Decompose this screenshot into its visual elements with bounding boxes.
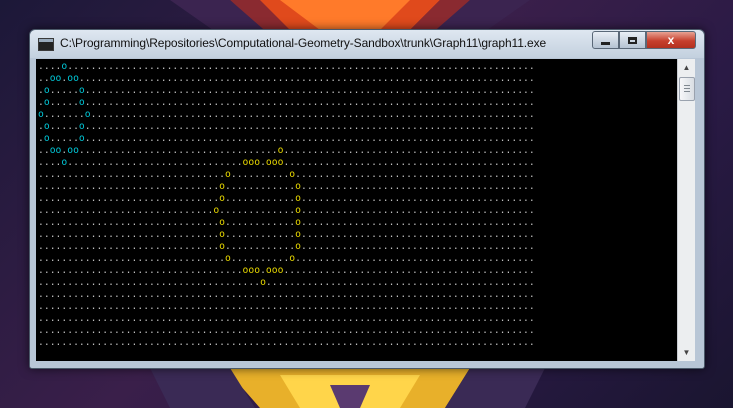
yellow-point: o (219, 229, 225, 240)
scroll-down-arrow-icon[interactable]: ▼ (678, 344, 695, 361)
yellow-point: o (277, 157, 284, 168)
cyan-point: o (43, 97, 50, 108)
yellow-point: o (277, 145, 284, 156)
scroll-up-arrow-icon[interactable]: ▲ (678, 59, 695, 76)
cyan-point: o (73, 145, 79, 156)
yellow-point: o (219, 241, 225, 252)
console-line: ...................................ooo.o… (38, 265, 535, 276)
cyan-point: o (38, 109, 44, 120)
yellow-point: o (295, 241, 301, 252)
yellow-point: o (289, 253, 296, 264)
cyan-point: o (61, 61, 68, 72)
cyan-point: o (73, 73, 79, 84)
cyan-point: o (78, 121, 85, 132)
console-window[interactable]: C:\Programming\Repositories\Computationa… (29, 29, 705, 369)
cyan-point: o (84, 109, 91, 120)
console-line: ...............................o........… (38, 217, 535, 228)
close-button[interactable]: x (646, 31, 696, 49)
console-line: ........................................… (38, 301, 535, 312)
cyan-point: o (55, 145, 62, 156)
minimize-button[interactable] (592, 31, 619, 49)
cyan-point: o (43, 85, 50, 96)
yellow-point: o (289, 169, 296, 180)
console-line: .o.....o................................… (38, 85, 535, 96)
console-line: ........................................… (38, 325, 535, 336)
console-line: ................................o.......… (38, 169, 535, 180)
window-title: C:\Programming\Repositories\Computationa… (60, 36, 547, 50)
cyan-point: o (78, 133, 85, 144)
console-line: ...............................o........… (38, 241, 535, 252)
console-app-icon (38, 38, 54, 51)
yellow-point: o (254, 157, 261, 168)
console-line: .o.....o................................… (38, 97, 535, 108)
yellow-point: o (260, 277, 266, 288)
console-line: ....o..............................ooo.o… (38, 157, 535, 168)
console-text: ....o...................................… (36, 59, 677, 349)
yellow-point: o (219, 217, 225, 228)
yellow-point: o (295, 205, 301, 216)
console-line: .o.....o................................… (38, 121, 535, 132)
console-line: ................................o.......… (38, 253, 535, 264)
cyan-point: o (55, 73, 62, 84)
yellow-point: o (295, 193, 301, 204)
yellow-point: o (254, 265, 261, 276)
yellow-point: o (219, 193, 225, 204)
minimize-icon (601, 42, 610, 45)
yellow-point: o (277, 265, 284, 276)
vertical-scrollbar[interactable]: ▲ ▼ (677, 59, 695, 361)
maximize-button[interactable] (619, 31, 646, 49)
yellow-point: o (295, 229, 301, 240)
console-line: ...............................o........… (38, 193, 535, 204)
cyan-point: o (43, 121, 50, 132)
title-bar[interactable]: C:\Programming\Repositories\Computationa… (30, 30, 704, 58)
console-line: ........................................… (38, 313, 535, 324)
console-line: .o.....o................................… (38, 133, 535, 144)
cyan-point: o (78, 85, 85, 96)
console-output[interactable]: ....o...................................… (36, 59, 677, 361)
yellow-point: o (295, 217, 301, 228)
console-line: ..oo.oo.................................… (38, 145, 535, 156)
console-line: ...............................o........… (38, 229, 535, 240)
cyan-point: o (61, 157, 68, 168)
yellow-point: o (225, 169, 231, 180)
console-line: ...............................o........… (38, 181, 535, 192)
close-icon: x (667, 33, 675, 47)
console-line: o.......o...............................… (38, 109, 535, 120)
console-line: ........................................… (38, 337, 535, 348)
console-line: ........................................… (38, 289, 535, 300)
yellow-point: o (213, 205, 220, 216)
yellow-point: o (219, 181, 225, 192)
console-line: ..oo.oo.................................… (38, 73, 535, 84)
yellow-point: o (295, 181, 301, 192)
yellow-point: o (225, 253, 231, 264)
cyan-point: o (78, 97, 85, 108)
scroll-thumb[interactable] (679, 77, 695, 101)
console-line: ......................................o.… (38, 277, 535, 288)
cyan-point: o (43, 133, 50, 144)
console-line: ..............................o.........… (38, 205, 535, 216)
maximize-icon (628, 36, 637, 44)
console-line: ....o...................................… (38, 61, 535, 72)
